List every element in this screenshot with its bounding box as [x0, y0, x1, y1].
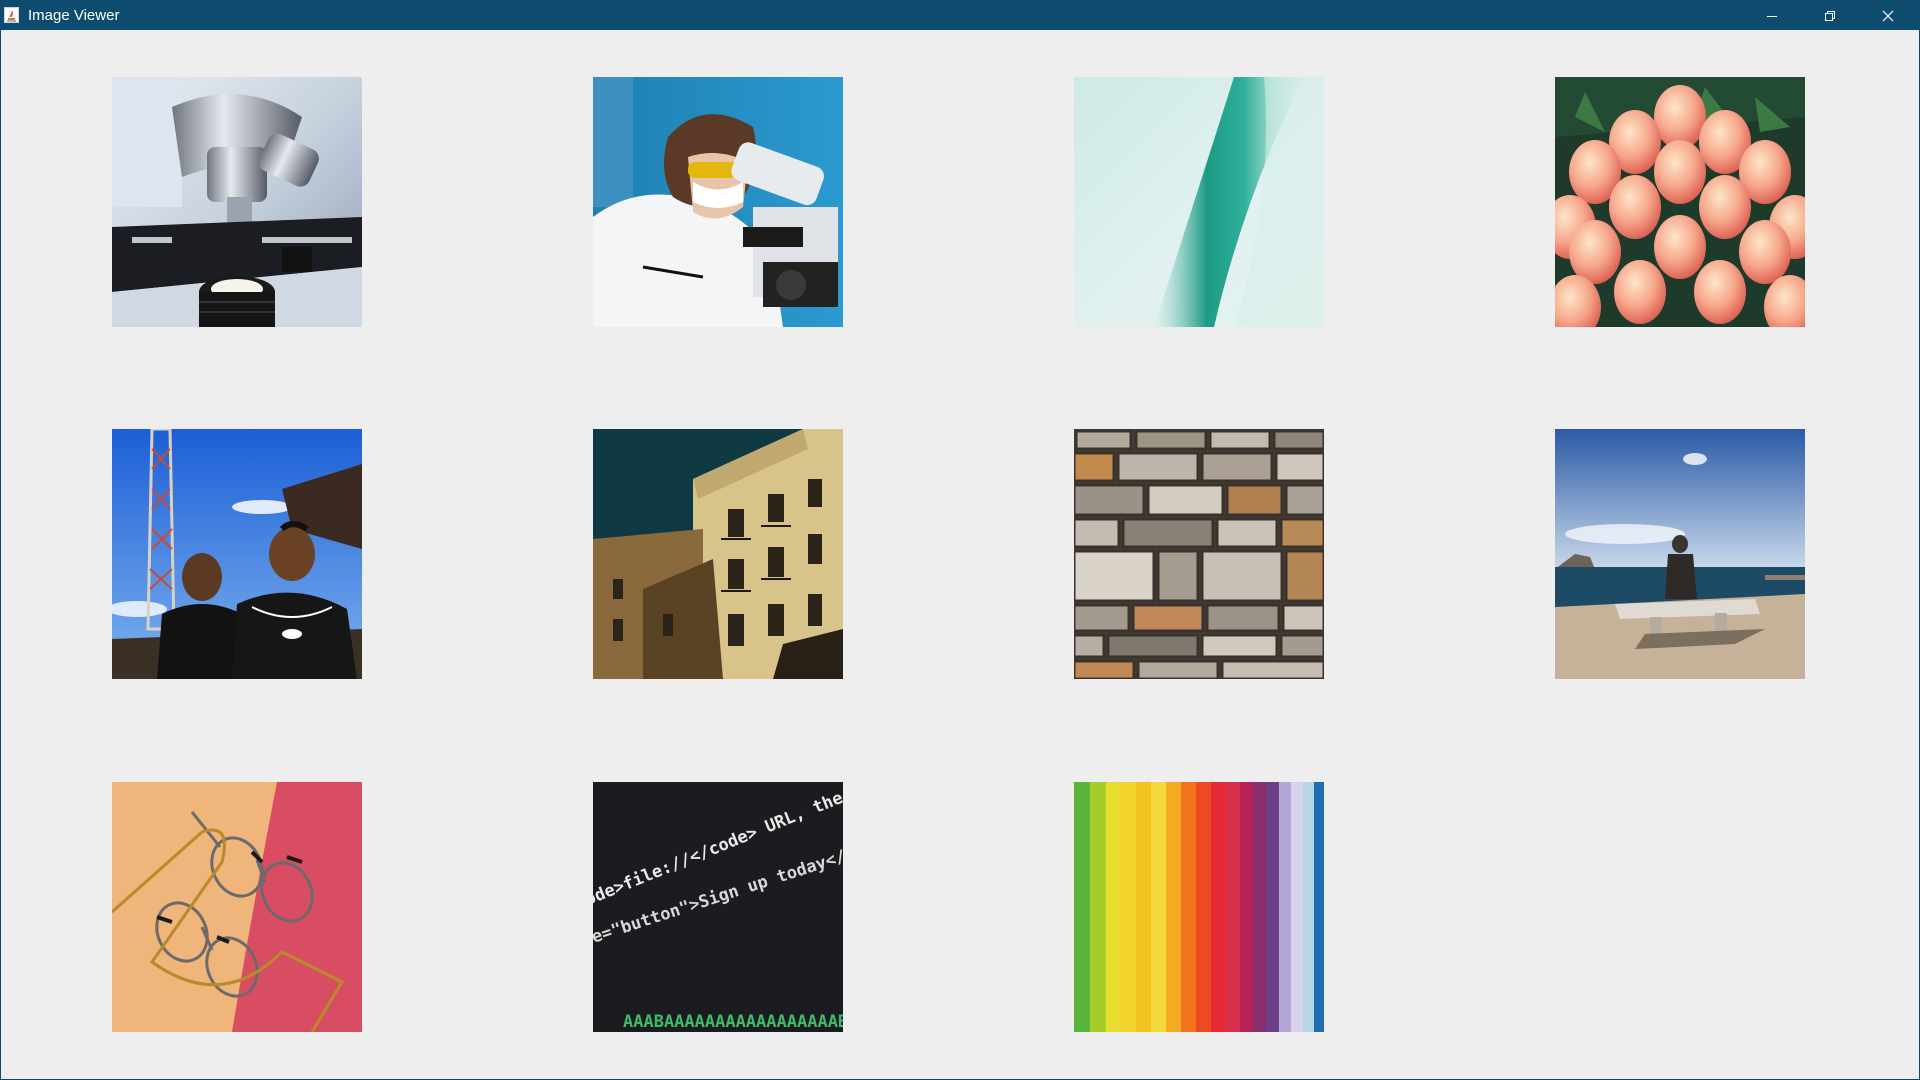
minimize-button[interactable] [1743, 1, 1801, 30]
restore-icon [1825, 10, 1835, 21]
microscope-closeup-image[interactable] [112, 77, 362, 327]
window-title: Image Viewer [28, 7, 120, 24]
two-men-outdoor-image[interactable] [112, 429, 362, 679]
java-app-icon [4, 7, 19, 23]
thumbnail-grid: <code>file://</code> URL, the "next" j r… [1, 30, 1919, 1078]
person-by-sea-image[interactable] [1555, 429, 1805, 679]
peaches-pile-image[interactable] [1555, 77, 1805, 327]
rainbow-stripes-image[interactable] [1074, 782, 1324, 1032]
close-button[interactable] [1859, 1, 1917, 30]
teal-abstract-image[interactable] [1074, 77, 1324, 327]
code-screen-image[interactable]: <code>file://</code> URL, the "next" j r… [593, 782, 843, 1032]
code-text-line-3: AAABAAAAAAAAAAAAAAAAABAAEAAAICT [623, 1012, 843, 1032]
building-facade-image[interactable] [593, 429, 843, 679]
scientist-at-microscope-image[interactable] [593, 77, 843, 327]
restore-button[interactable] [1801, 1, 1859, 30]
image-viewer-window: Image Viewer <code>file://</code> URL, t… [0, 0, 1920, 1080]
title-bar[interactable]: Image Viewer [1, 1, 1919, 30]
eyeglasses-image[interactable] [112, 782, 362, 1032]
close-icon [1882, 10, 1894, 21]
minimize-icon [1767, 15, 1777, 17]
stone-wall-image[interactable] [1074, 429, 1324, 679]
